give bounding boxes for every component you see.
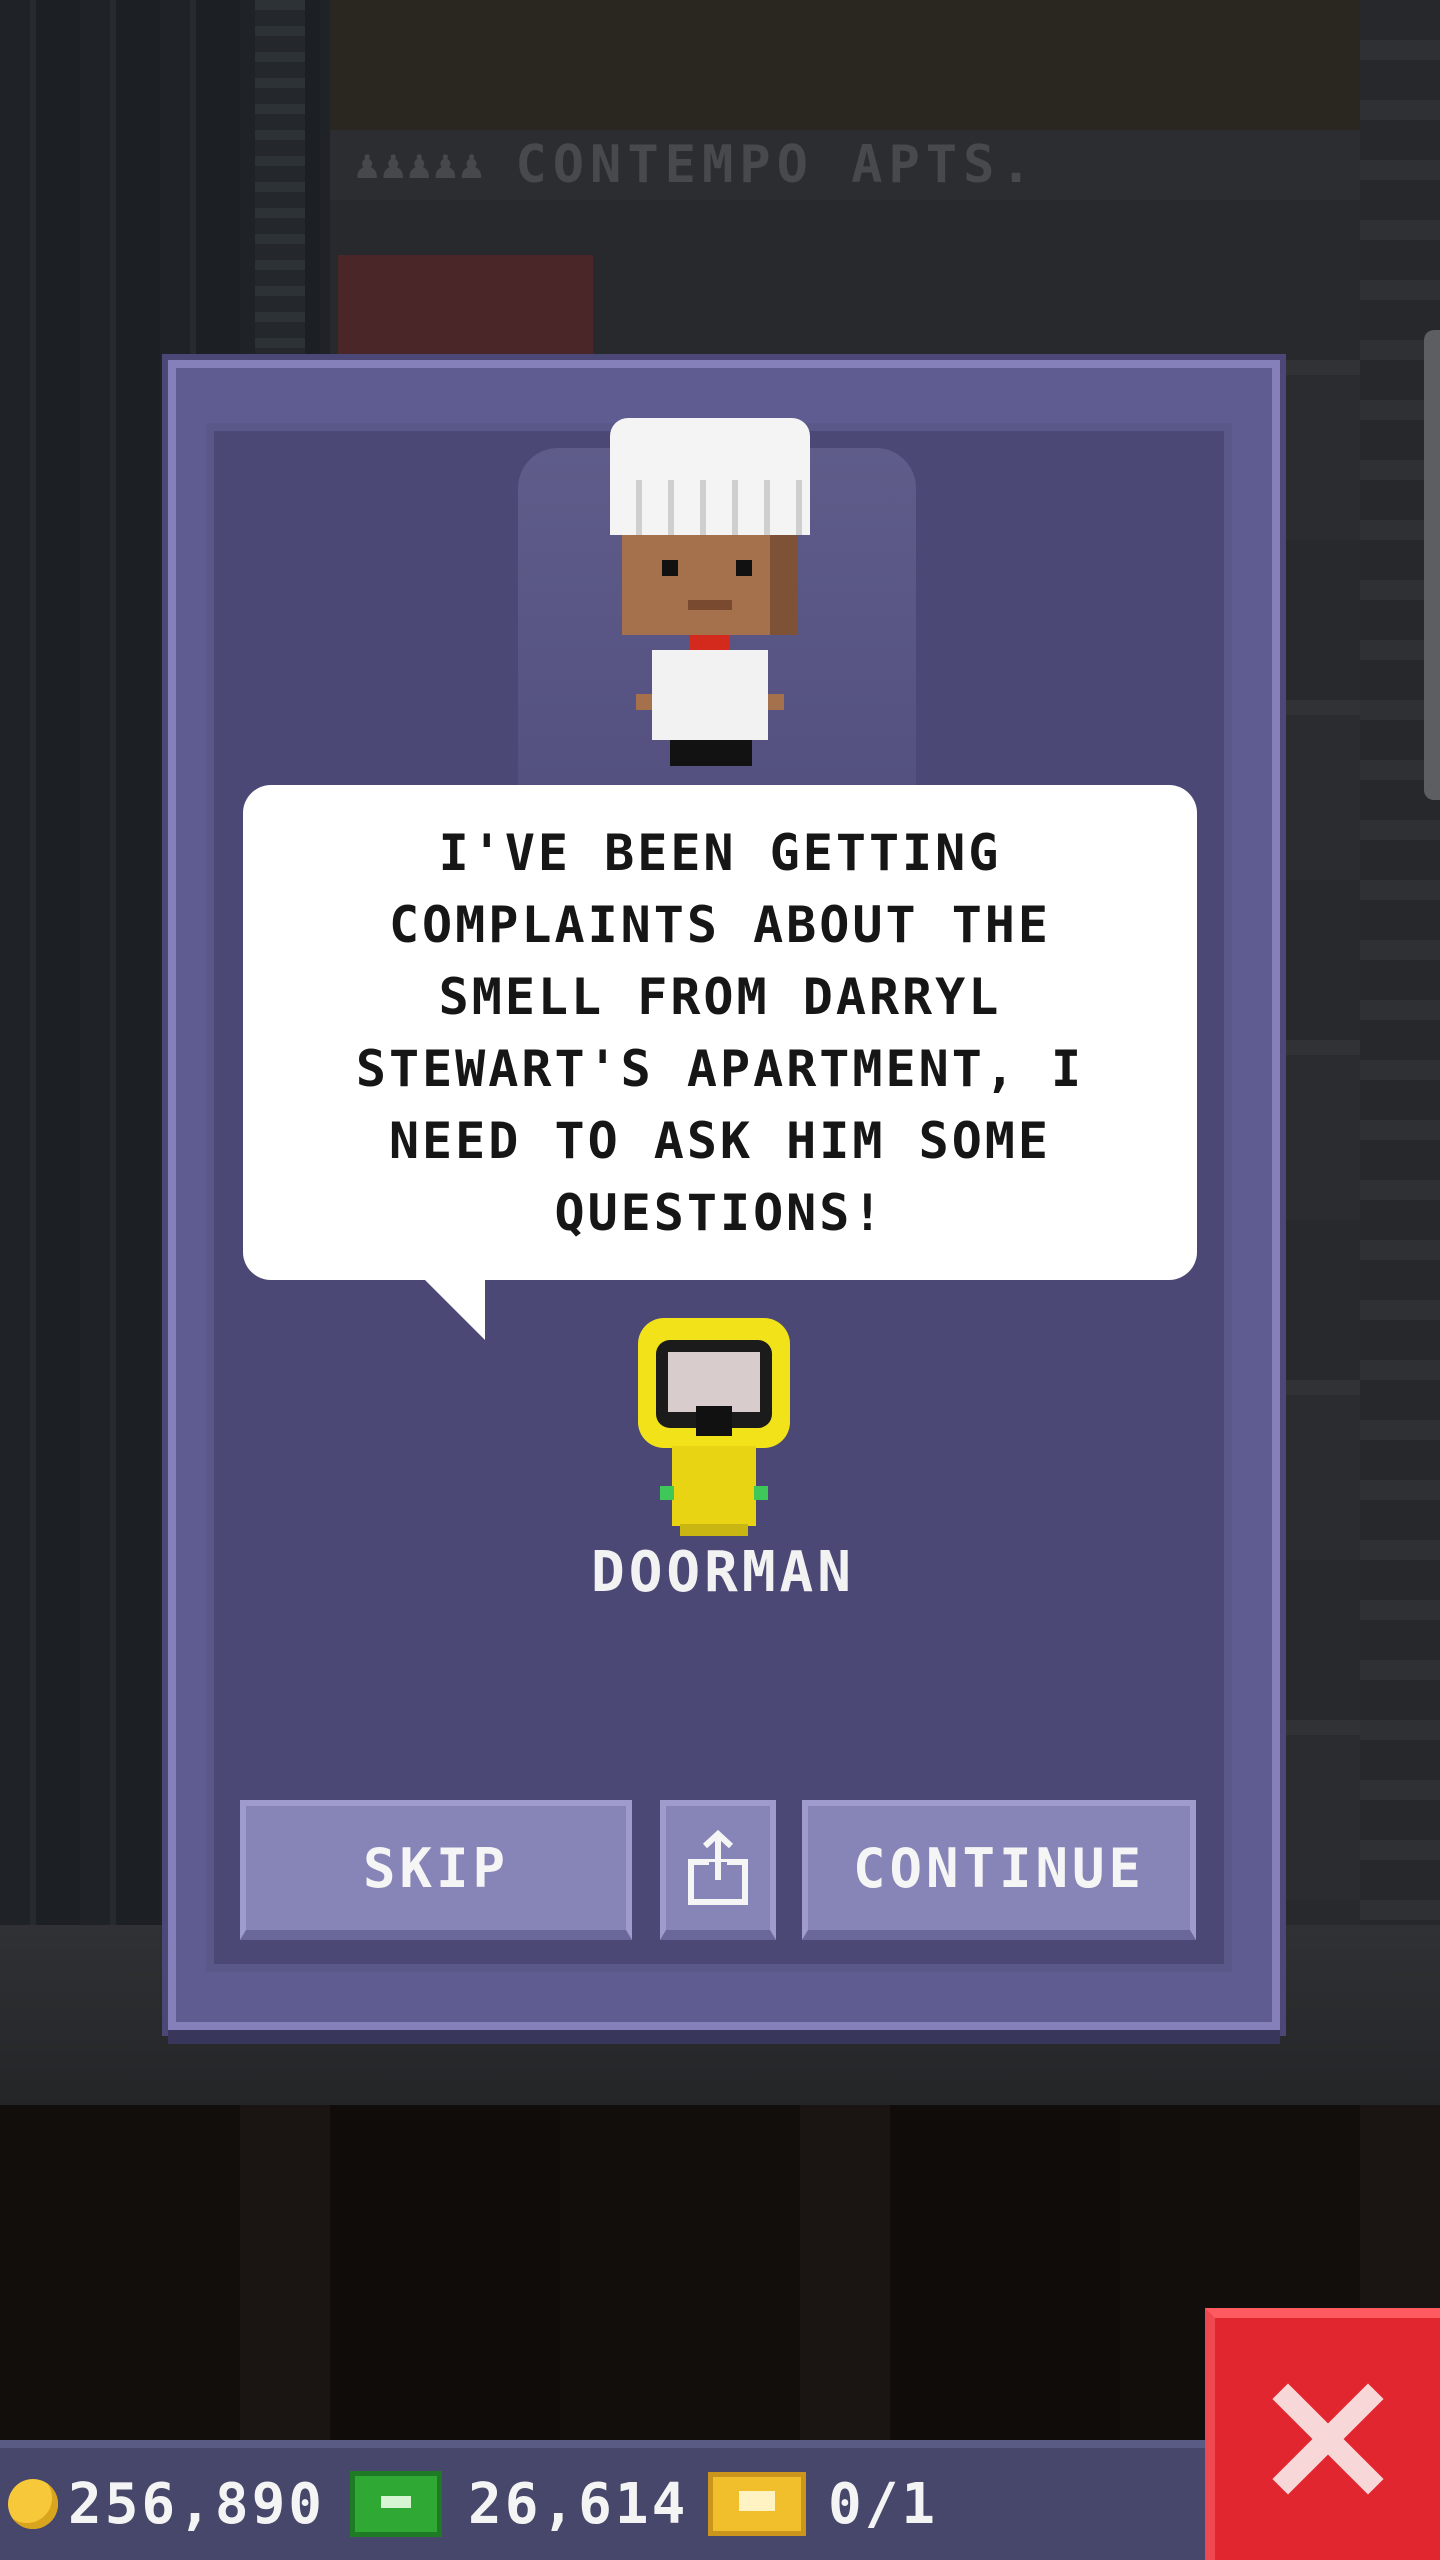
floor-name: CONTEMPO APTS. (515, 135, 1038, 195)
tickets-counter: 0/1 (708, 2448, 938, 2560)
golden-ticket-icon (708, 2472, 806, 2536)
skip-label: SKIP (362, 1836, 510, 1900)
share-button[interactable] (660, 1800, 776, 1940)
floor-sign: ♟♟♟♟♟ CONTEMPO APTS. (330, 130, 1360, 200)
close-icon (1271, 2383, 1384, 2495)
floor-decor (338, 255, 593, 355)
bux-counter: 26,614 (350, 2448, 688, 2560)
speech-bubble: I'VE BEEN GETTING COMPLAINTS ABOUT THE S… (243, 785, 1197, 1280)
coins-value: 256,890 (68, 2471, 326, 2537)
side-drawer-handle[interactable] (1424, 330, 1440, 800)
residents-icon: ♟♟♟♟♟ (355, 142, 486, 188)
skip-button[interactable]: SKIP (240, 1800, 632, 1940)
close-button[interactable] (1205, 2308, 1440, 2560)
right-wall (1360, 0, 1440, 1925)
dialog-message: I'VE BEEN GETTING COMPLAINTS ABOUT THE S… (355, 823, 1085, 1242)
tickets-value: 0/1 (828, 2471, 939, 2537)
chef-character-sprite (600, 410, 820, 770)
speech-bubble-tail (423, 1278, 485, 1340)
share-icon (688, 1829, 748, 1905)
coin-icon (8, 2479, 58, 2529)
bux-value: 26,614 (468, 2471, 689, 2537)
continue-label: CONTINUE (852, 1836, 1146, 1900)
game-scene: ♟♟♟♟♟ CONTEMPO APTS. I'VE BEEN GETTING C… (0, 0, 1440, 2560)
continue-button[interactable]: CONTINUE (802, 1800, 1196, 1940)
doorman-hazmat-sprite (634, 1318, 794, 1538)
coins-counter: 256,890 (8, 2448, 325, 2560)
bux-icon (350, 2471, 442, 2537)
upper-floor (330, 0, 1360, 144)
speaker-name: DOORMAN (590, 1540, 855, 1605)
